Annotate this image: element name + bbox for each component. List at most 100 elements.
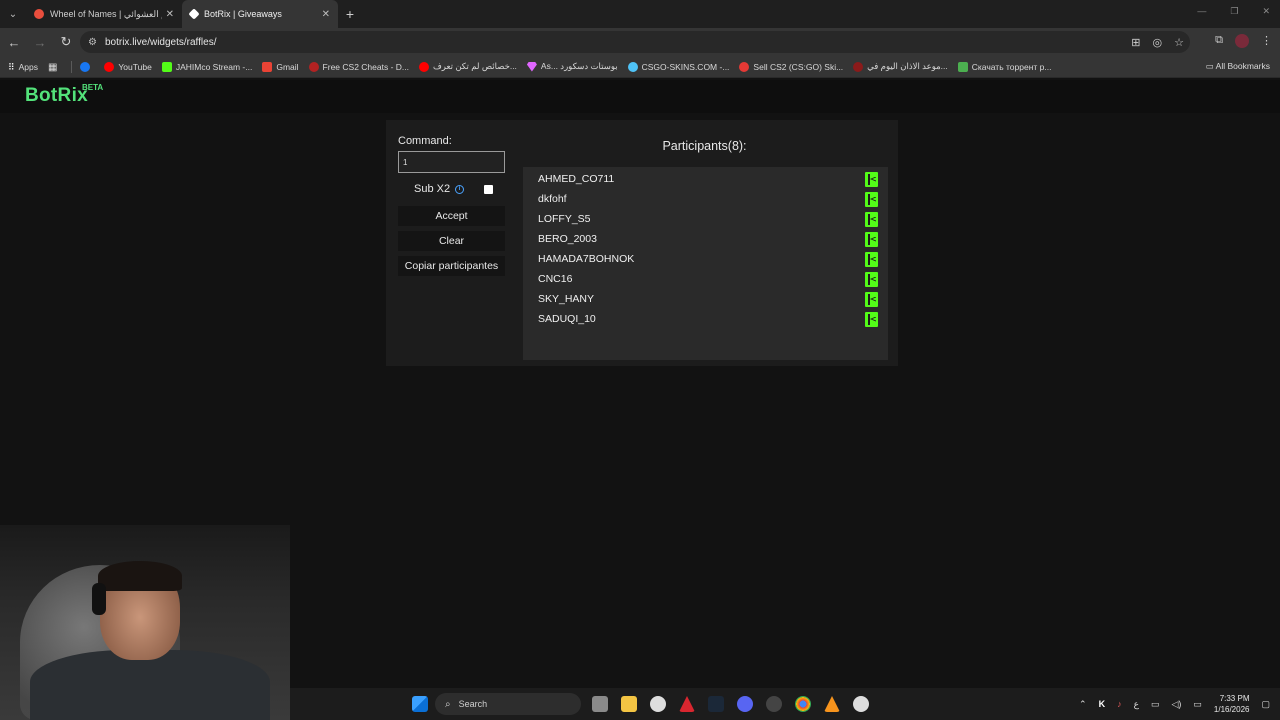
bookmark-youtube[interactable]: YouTube: [104, 61, 152, 72]
bookmark-discord-posts[interactable]: As... بوستات دسكورد: [526, 61, 618, 72]
reload-icon[interactable]: ↻: [54, 34, 78, 50]
bookmark-star-icon[interactable]: ☆: [1174, 36, 1184, 49]
clear-button[interactable]: Clear: [398, 231, 505, 251]
bookmark-label: خصائص لم تكن تعرف...: [433, 61, 517, 71]
profile-avatar[interactable]: [1235, 34, 1249, 48]
copy-participants-button[interactable]: Copiar participantes: [398, 256, 505, 276]
valorant-icon[interactable]: [679, 696, 695, 712]
wheel-favicon-icon: [34, 9, 44, 19]
language-indicator[interactable]: ع: [1134, 699, 1139, 710]
bookmark-prayer-times[interactable]: موعد الاذان اليوم في...: [853, 61, 948, 72]
botrix-logo[interactable]: BotRix: [25, 85, 88, 107]
sub-x2-checkbox[interactable]: [484, 185, 493, 194]
command-input[interactable]: 1: [398, 151, 505, 173]
search-icon: ⌕: [445, 698, 451, 710]
window-controls: — ❐ ✕: [1197, 6, 1270, 17]
participant-row[interactable]: BERO_2003: [538, 230, 878, 248]
grid-icon: ▦: [47, 61, 58, 73]
volume-icon[interactable]: ◁): [1171, 699, 1181, 710]
address-bar-actions: ⊞ ◎ ☆: [1131, 31, 1184, 53]
task-view-icon[interactable]: [592, 696, 608, 712]
chevron-up-icon[interactable]: ⌃: [1079, 699, 1087, 710]
bookmark-label: As... بوستات دسكورد: [540, 61, 618, 71]
steam-icon[interactable]: [708, 696, 724, 712]
participant-name: SKY_HANY: [538, 293, 595, 305]
system-clock[interactable]: 7:33 PM 1/16/2026: [1214, 693, 1250, 715]
participant-row[interactable]: CNC16: [538, 270, 878, 288]
bookmark-arabic-youtube[interactable]: خصائص لم تكن تعرف...: [419, 61, 517, 72]
tab-search-chevron-icon[interactable]: ⌄: [0, 0, 26, 28]
bookmark-label: CSGO-SKINS.COM -...: [641, 61, 730, 72]
toolbar-right: ⧉ ⋮: [1215, 34, 1272, 48]
facebook-icon: [80, 61, 91, 72]
participant-name: BERO_2003: [538, 233, 597, 245]
address-bar[interactable]: ⚙ botrix.live/widgets/raffles/ ⊞ ◎ ☆: [80, 31, 1190, 53]
participant-row[interactable]: LOFFY_S5: [538, 210, 878, 228]
clock-time: 7:33 PM: [1219, 694, 1250, 703]
folder-icon: ▭: [1205, 61, 1214, 71]
webcam-overlay: [0, 525, 290, 720]
tab-botrix-giveaways[interactable]: BotRix | Giveaways ✕: [182, 0, 338, 28]
tracking-eye-icon[interactable]: ◎: [1153, 36, 1163, 49]
participant-row[interactable]: SKY_HANY: [538, 290, 878, 308]
gem-icon: [526, 61, 537, 72]
participant-row[interactable]: dkfohf: [538, 190, 878, 208]
youtube-icon: [104, 61, 115, 72]
bookmark-label: YouTube: [118, 61, 152, 72]
participant-name: CNC16: [538, 273, 573, 285]
bookmark-csgo-skins[interactable]: CSGO-SKINS.COM -...: [627, 61, 730, 72]
bookmark-cs2-cheats[interactable]: Free CS2 Cheats - D...: [308, 61, 409, 72]
bookmark-gmail[interactable]: Gmail: [262, 61, 299, 72]
close-window-icon[interactable]: ✕: [1262, 6, 1270, 17]
participant-name: dkfohf: [538, 193, 567, 205]
all-bookmarks-label: All Bookmarks: [1215, 61, 1270, 71]
tab-wheel-of-names[interactable]: Wheel of Names | اسم العشوائي ✕: [26, 0, 182, 28]
bookmark-label: JAHIMco Stream -...: [175, 61, 253, 72]
bookmark-torrent[interactable]: Скачать торрент р...: [957, 61, 1051, 72]
logitech-icon[interactable]: [650, 696, 666, 712]
new-tab-button[interactable]: +: [338, 6, 362, 22]
restore-icon[interactable]: ❐: [1230, 6, 1238, 17]
menu-kebab-icon[interactable]: ⋮: [1261, 34, 1272, 48]
bookmark-facebook[interactable]: [80, 61, 94, 72]
site-info-icon[interactable]: ⚙: [88, 37, 97, 48]
extensions-icon[interactable]: ⧉: [1215, 34, 1223, 48]
steelseries-icon[interactable]: [853, 696, 869, 712]
network-icon[interactable]: ▭: [1151, 699, 1160, 710]
tab-close-icon[interactable]: ✕: [166, 9, 174, 20]
file-explorer-icon[interactable]: [621, 696, 637, 712]
prayer-icon: [853, 61, 864, 72]
battery-icon[interactable]: ▭: [1193, 699, 1202, 710]
translate-icon[interactable]: ⊞: [1131, 36, 1140, 49]
participant-row[interactable]: AHMED_CO711: [538, 170, 878, 188]
participant-row[interactable]: SADUQI_10: [538, 310, 878, 328]
minimize-icon[interactable]: —: [1197, 6, 1206, 17]
tab-close-icon[interactable]: ✕: [322, 9, 330, 20]
browser-toolbar: ← → ↻ ⚙ botrix.live/widgets/raffles/ ⊞ ◎…: [0, 28, 1280, 56]
webcam-hair: [98, 561, 182, 591]
windows-start-icon[interactable]: [412, 696, 428, 712]
participant-name: LOFFY_S5: [538, 213, 591, 225]
discord-icon[interactable]: [737, 696, 753, 712]
vlc-icon[interactable]: [824, 696, 840, 712]
webcam-shirt: [30, 650, 270, 720]
chrome-icon[interactable]: [795, 696, 811, 712]
participants-title: Participants(8):: [662, 139, 747, 153]
bookmark-grid[interactable]: ▦: [47, 61, 61, 73]
microphone-icon[interactable]: ♪: [1117, 699, 1122, 709]
bookmark-sell-cs2[interactable]: Sell CS2 (CS:GO) Ski...: [739, 61, 843, 72]
back-arrow-icon[interactable]: ←: [2, 35, 26, 50]
forward-arrow-icon[interactable]: →: [28, 35, 52, 50]
participant-row[interactable]: HAMADA7BOHNOK: [538, 250, 878, 268]
info-icon[interactable]: i: [455, 184, 465, 194]
all-bookmarks-button[interactable]: ▭ All Bookmarks: [1206, 61, 1270, 72]
taskbar-search[interactable]: ⌕ Search: [435, 693, 581, 715]
bookmark-apps[interactable]: ⠿ Apps: [8, 62, 38, 72]
accept-button[interactable]: Accept: [398, 206, 505, 226]
system-tray: ⌃ K ♪ ع ▭ ◁) ▭ 7:33 PM 1/16/2026 ▢: [1079, 688, 1270, 720]
notifications-icon[interactable]: ▢: [1261, 699, 1270, 710]
bookmark-jahimco[interactable]: JAHIMco Stream -...: [161, 61, 253, 72]
kick-tray-icon[interactable]: K: [1099, 699, 1106, 709]
sell-cs2-icon: [739, 61, 750, 72]
settings-app-icon[interactable]: [766, 696, 782, 712]
